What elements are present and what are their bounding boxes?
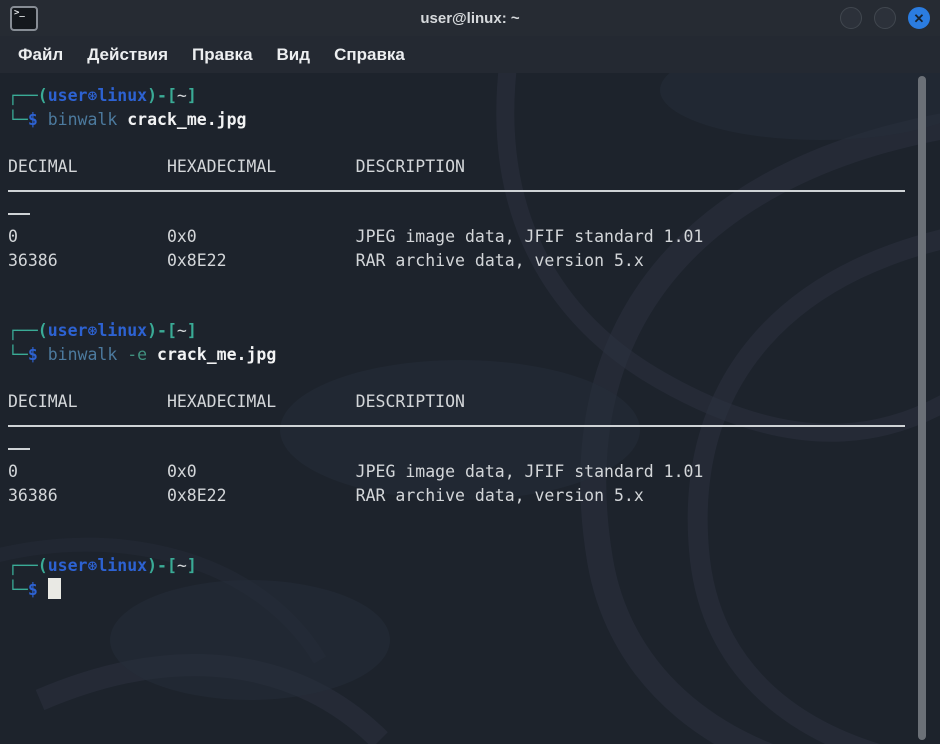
terminal-line: └─$ binwalk -e crack_me.jpg [8,343,932,367]
terminal-text [38,580,48,599]
terminal-text: crack_me.jpg [157,345,276,364]
terminal-line [8,296,932,320]
menu-item-file[interactable]: Файл [8,41,73,69]
terminal-text: ┌──( [8,86,48,105]
terminal-text [38,110,48,129]
terminal-text: ┌──( [8,556,48,575]
terminal-text: ⊛ [88,86,98,105]
terminal-text: ┌──( [8,321,48,340]
terminal-text: ⊛ [88,321,98,340]
terminal-line: ┌──(user⊛linux)-[~] [8,319,932,343]
terminal-text: └─ [8,110,28,129]
terminal-text: DECIMAL HEXADECIMAL DESCRIPTION [8,157,465,176]
terminal-text: binwalk [48,110,127,129]
terminal-text: -e [127,345,157,364]
terminal-text: ~ [177,556,187,575]
terminal-body[interactable]: ┌──(user⊛linux)-[~]└─$ binwalk crack_me.… [0,73,940,601]
terminal-line [8,272,932,296]
close-button[interactable]: ✕ [908,7,930,29]
terminal-line [8,413,932,437]
terminal-text: 36386 0x8E22 RAR archive data, version 5… [8,251,644,270]
terminal-line: 0 0x0 JPEG image data, JFIF standard 1.0… [8,225,932,249]
menu-item-actions[interactable]: Действия [77,41,178,69]
scrollbar-thumb[interactable] [918,76,926,740]
terminal-line [8,178,932,202]
terminal-line: 36386 0x8E22 RAR archive data, version 5… [8,484,932,508]
minimize-button[interactable] [840,7,862,29]
terminal-text: ~ [177,321,187,340]
terminal-text: $ [28,345,38,364]
terminal-text: ⊛ [88,556,98,575]
output-separator-line [8,213,30,215]
terminal-text: ] [187,321,197,340]
menu-bar: ФайлДействияПравкаВидСправка [0,36,940,73]
menu-item-help[interactable]: Справка [324,41,415,69]
window-title: user@linux: ~ [0,10,940,27]
terminal-text: └─ [8,580,28,599]
terminal-line [8,202,932,226]
terminal-line [8,531,932,555]
terminal-text: 0 0x0 JPEG image data, JFIF standard 1.0… [8,462,703,481]
terminal-line [8,131,932,155]
terminal-text: user [48,86,88,105]
menu-item-view[interactable]: Вид [267,41,321,69]
terminal-line [8,437,932,461]
terminal-line: ┌──(user⊛linux)-[~] [8,554,932,578]
terminal-line: 0 0x0 JPEG image data, JFIF standard 1.0… [8,460,932,484]
terminal-text: ] [187,556,197,575]
terminal-text: )-[ [147,556,177,575]
terminal-line [8,366,932,390]
terminal-window: >_ user@linux: ~ ✕ ФайлДействияПравкаВид… [0,0,940,744]
terminal-line [8,507,932,531]
terminal-text: 36386 0x8E22 RAR archive data, version 5… [8,486,644,505]
terminal-text: $ [28,580,38,599]
terminal-text: crack_me.jpg [127,110,246,129]
terminal-text: binwalk [48,345,127,364]
menu-item-edit[interactable]: Правка [182,41,262,69]
output-separator-line [8,425,905,427]
terminal-icon: >_ [10,6,38,31]
terminal-text [38,345,48,364]
terminal-text: )-[ [147,86,177,105]
terminal-text: DECIMAL HEXADECIMAL DESCRIPTION [8,392,465,411]
terminal-cursor [48,578,61,599]
terminal-text: )-[ [147,321,177,340]
title-bar[interactable]: >_ user@linux: ~ ✕ [0,0,940,36]
terminal-line: 36386 0x8E22 RAR archive data, version 5… [8,249,932,273]
terminal-text: 0 0x0 JPEG image data, JFIF standard 1.0… [8,227,703,246]
terminal-line: DECIMAL HEXADECIMAL DESCRIPTION [8,390,932,414]
output-separator-line [8,448,30,450]
window-controls: ✕ [840,7,930,29]
maximize-button[interactable] [874,7,896,29]
output-separator-line [8,190,905,192]
terminal-text: └─ [8,345,28,364]
terminal-text: linux [97,556,147,575]
terminal-text: ] [187,86,197,105]
terminal-line: └─$ [8,578,932,602]
terminal-text: $ [28,110,38,129]
terminal-text: user [48,556,88,575]
terminal-line: └─$ binwalk crack_me.jpg [8,108,932,132]
terminal-line: ┌──(user⊛linux)-[~] [8,84,932,108]
terminal-text: ~ [177,86,187,105]
terminal-text: user [48,321,88,340]
terminal-text: linux [97,86,147,105]
terminal-line: DECIMAL HEXADECIMAL DESCRIPTION [8,155,932,179]
terminal-text: linux [97,321,147,340]
